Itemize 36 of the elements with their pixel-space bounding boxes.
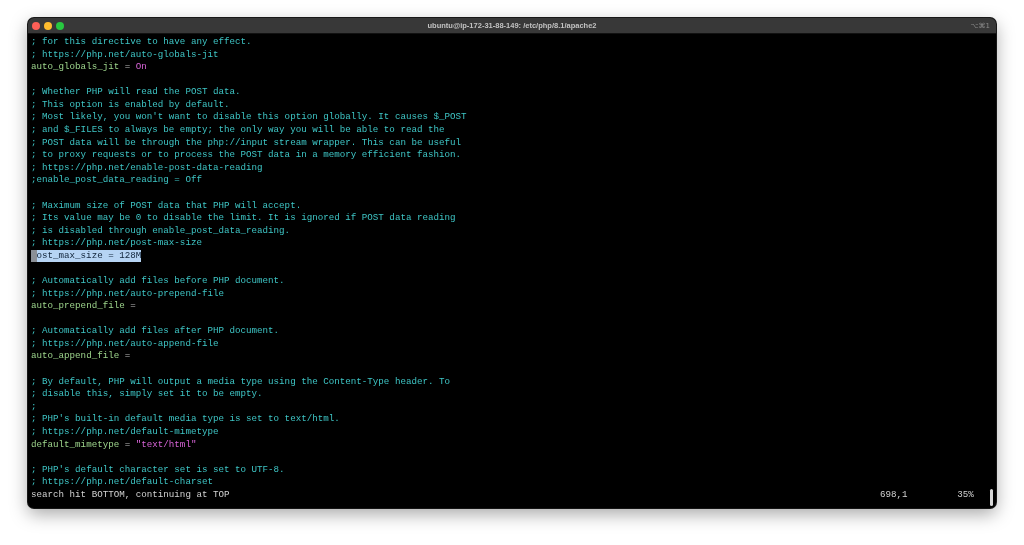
comment-line: ; Maximum size of POST data that PHP will accept. [31,199,302,213]
maximize-button[interactable] [56,21,64,30]
minimize-button[interactable] [44,21,52,30]
comment-line: ; https://php.net/post-max-size [31,237,202,250]
comment-line: ; Automatically add files before PHP document. [31,275,285,288]
comment-line: ; This option is enabled by default. [31,98,230,112]
comment-line: ; PHP's default character set is set to UTF-8. [31,463,285,477]
status-message: search hit BOTTOM, continuing at TOP [31,488,231,502]
comment-line: ; PHP's built-in default media type is set to text/html. [31,413,340,426]
comment-line: ; https://php.net/enable-post-data-reading [31,161,263,175]
comment-line: ; https://php.net/default-mimetype [31,425,219,439]
comment-line: ; for this directive to have any effect. [31,36,252,49]
comment-line: ; and $_FILES to always be empty; the only way you will be able to read the [31,124,445,137]
comment-line: ; https://php.net/auto-append-file [31,337,219,351]
cursor-position: 698,1 [880,488,909,502]
scrollbar-thumb[interactable] [990,489,993,506]
comment-line: ; POST data will be through the php://input stream wrapper. This can be useful [31,136,462,150]
close-button[interactable] [32,21,40,30]
setting-line: auto_append_file = [31,350,131,364]
comment-line: ; https://php.net/default-charset [31,476,213,489]
setting-line: auto_globals_jit = On [31,61,147,74]
comment-line: ; https://php.net/auto-prepend-file [31,287,224,301]
scroll-percent: 35% [957,488,974,502]
setting-line: default_mimetype = "text/html" [31,438,197,452]
comment-line: ; Its value may be 0 to disable the limit. It is ignored if POST data reading [31,212,456,225]
comment-line: ; Most likely, you won't want to disable this option globally. It causes $_POST [31,111,467,125]
comment-line: ; https://php.net/auto-globals-jit [31,48,219,62]
comment-line: ; Automatically add files after PHP document. [31,325,280,338]
comment-line: ; By default, PHP will output a media type using the Content-Type header. To [31,375,451,389]
comment-line: ; is disabled through enable_post_data_reading. [31,224,291,238]
comment-line: ; to proxy requests or to process the POST data in a memory efficient fashion. [31,149,462,162]
setting-line: auto_prepend_file = [31,300,136,313]
comment-line: ; disable this, simply set it to be empty. [31,388,263,401]
comment-line: ; [31,400,37,414]
comment-line: ;enable_post_data_reading = Off [31,174,202,187]
comment-line: ; Whether PHP will read the POST data. [31,86,241,99]
